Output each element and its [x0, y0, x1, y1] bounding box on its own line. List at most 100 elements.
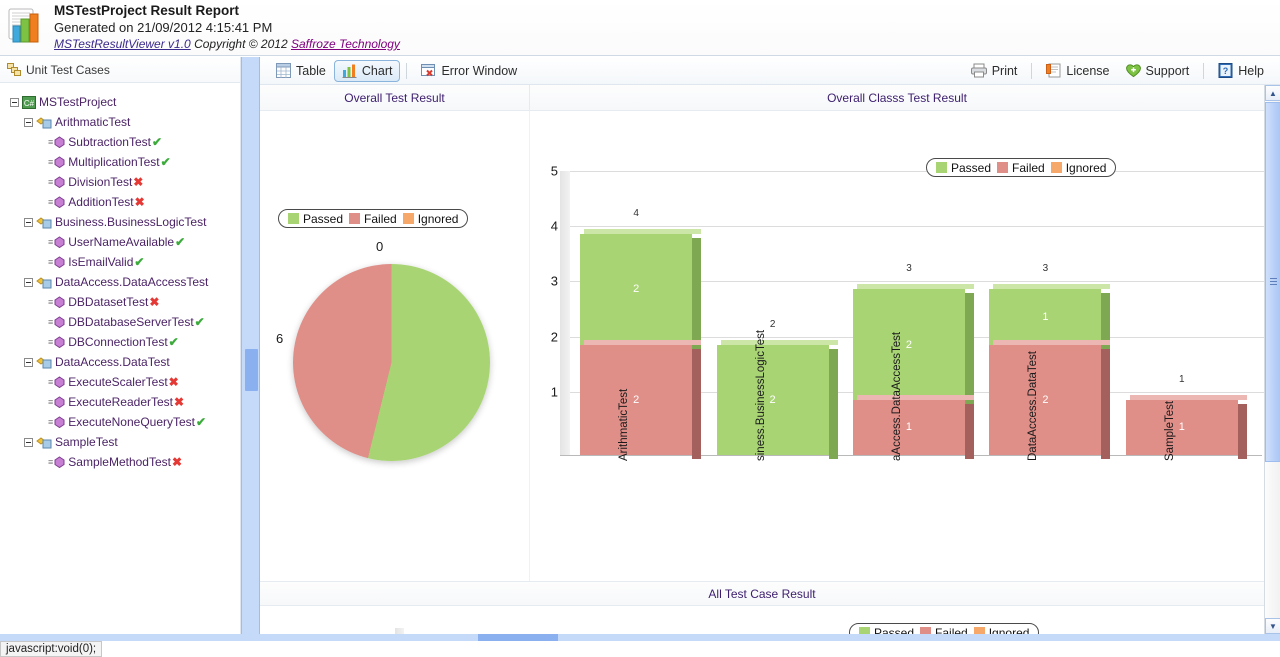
legend-swatch-failed [920, 627, 931, 634]
tree-test-method[interactable]: ≡ExecuteScalerTest✖ [6, 372, 240, 392]
test-failed-icon: ✖ [135, 195, 145, 209]
bar-stack[interactable]: 1 [1126, 400, 1238, 455]
bar-total-label: 3 [853, 263, 965, 274]
tree-node-label: SampleTest [55, 435, 118, 449]
legend-swatch-passed [936, 162, 947, 173]
legend-label-failed: Failed [1012, 161, 1045, 175]
tab-error-window[interactable]: Error Window [413, 60, 525, 82]
tree-test-class[interactable]: ArithmaticTest [6, 112, 240, 132]
test-failed-icon: ✖ [169, 375, 179, 389]
bar-segment-failed[interactable]: 1 [853, 400, 965, 455]
tree-test-method[interactable]: ≡SampleMethodTest✖ [6, 452, 240, 472]
support-button[interactable]: Support [1118, 60, 1198, 82]
tree-test-method[interactable]: ≡DBDatasetTest✖ [6, 292, 240, 312]
tree-collapse-icon[interactable] [24, 218, 33, 227]
test-method-icon [54, 336, 65, 348]
tree-test-method[interactable]: ≡MultiplicationTest✔ [6, 152, 240, 172]
company-link[interactable]: Saffroze Technology [291, 37, 400, 51]
tree-leaf-connector: ≡ [48, 237, 53, 247]
tree-test-class[interactable]: SampleTest [6, 432, 240, 452]
bar-stack[interactable]: 22 [580, 234, 692, 455]
x-axis-label: aAccess.DataAccessTest [891, 332, 903, 461]
y-axis-tick: 1 [542, 384, 558, 399]
tree-test-method[interactable]: ≡SubtractionTest✔ [6, 132, 240, 152]
bar-segment-passed[interactable]: 2 [853, 289, 965, 399]
heart-icon [1126, 63, 1141, 78]
bar-segment-failed[interactable]: 2 [580, 345, 692, 455]
bar-segment-value: 2 [853, 339, 965, 351]
test-failed-icon: ✖ [174, 395, 184, 409]
unit-test-cases-panel: Unit Test Cases C#MSTestProjectArithmati… [0, 57, 241, 634]
bar-stack[interactable]: 2 [717, 345, 829, 455]
tree-test-method[interactable]: ≡ExecuteNoneQueryTest✔ [6, 412, 240, 432]
gridline [570, 171, 1264, 172]
chart-headers-row: Overall Test Result Overall Classs Test … [260, 85, 1264, 111]
print-label: Print [992, 64, 1018, 78]
tab-chart[interactable]: Chart [334, 60, 401, 82]
content-vertical-scrollbar[interactable]: ▲ ▼ [1264, 85, 1280, 634]
legend-label-ignored: Ignored [418, 212, 459, 226]
tree-leaf-connector: ≡ [48, 397, 53, 407]
tree-collapse-icon[interactable] [24, 118, 33, 127]
legend-item-failed: Failed [997, 161, 1045, 175]
table-icon [276, 63, 291, 78]
test-method-icon [54, 396, 65, 408]
tree-test-method[interactable]: ≡ UserNameAvailable✔ [6, 232, 240, 252]
tab-table[interactable]: Table [268, 60, 334, 82]
tree-node-label: ExecuteReaderTest [68, 395, 173, 409]
help-button[interactable]: ? Help [1210, 60, 1272, 82]
splitter-grip[interactable] [245, 349, 258, 391]
scrollbar-thumb[interactable] [1265, 102, 1280, 462]
bar-segment-value: 1 [989, 311, 1101, 323]
tree-collapse-icon[interactable] [24, 278, 33, 287]
tree-test-method[interactable]: ≡ ExecuteReaderTest✖ [6, 392, 240, 412]
tree-node-label: IsEmailValid [68, 255, 133, 269]
panel-splitter[interactable] [241, 57, 260, 634]
y-axis-tick: 4 [542, 219, 558, 234]
tree-project-node[interactable]: C#MSTestProject [6, 92, 240, 112]
legend-label-failed: Failed [935, 626, 968, 635]
tree-node-label: DBConnectionTest [68, 335, 167, 349]
tree-test-method[interactable]: ≡DBConnectionTest✔ [6, 332, 240, 352]
legend-swatch-failed [349, 213, 360, 224]
bar-segment-passed[interactable]: 1 [989, 289, 1101, 344]
svg-text:C#: C# [24, 99, 35, 108]
tree-test-method[interactable]: ≡DBDatabaseServerTest✔ [6, 312, 240, 332]
license-button[interactable]: License [1038, 60, 1117, 82]
horizontal-splitter[interactable] [0, 634, 1280, 641]
bar-stack[interactable]: 21 [853, 289, 965, 455]
bar-segment-passed[interactable]: 2 [717, 345, 829, 455]
tree-collapse-icon[interactable] [24, 358, 33, 367]
tree-test-class[interactable]: DataAccess.DataAccessTest [6, 272, 240, 292]
test-passed-icon: ✔ [196, 415, 206, 429]
tree-test-class[interactable]: Business.BusinessLogicTest [6, 212, 240, 232]
tree-test-class[interactable]: DataAccess.DataTest [6, 352, 240, 372]
scroll-up-icon[interactable]: ▲ [1265, 85, 1280, 101]
report-header: MSTestProject Result Report Generated on… [0, 0, 1280, 56]
tree-node-label: UserNameAvailable [68, 235, 174, 249]
tree-node-label: DataAccess.DataAccessTest [55, 275, 208, 289]
bar-stack[interactable]: 12 [989, 289, 1101, 455]
tree-test-method[interactable]: ≡DivisionTest✖ [6, 172, 240, 192]
print-button[interactable]: Print [963, 60, 1026, 82]
scroll-down-icon[interactable]: ▼ [1265, 618, 1280, 634]
test-tree[interactable]: C#MSTestProjectArithmaticTest≡Subtractio… [0, 83, 240, 633]
horizontal-splitter-grip[interactable] [478, 634, 558, 641]
tree-collapse-icon[interactable] [24, 438, 33, 447]
tree-leaf-connector: ≡ [48, 197, 53, 207]
test-method-icon [54, 456, 65, 468]
bar-segment-failed[interactable]: 2 [989, 345, 1101, 455]
tree-collapse-icon[interactable] [10, 98, 19, 107]
tree-test-method[interactable]: ≡IsEmailValid✔ [6, 252, 240, 272]
tree-test-method[interactable]: ≡AdditionTest✖ [6, 192, 240, 212]
tab-error-window-label: Error Window [441, 64, 517, 78]
test-passed-icon: ✔ [169, 335, 179, 349]
bar-segment-passed[interactable]: 2 [580, 234, 692, 344]
toolbar-divider-1 [406, 63, 407, 79]
bar-segment-failed[interactable]: 1 [1126, 400, 1238, 455]
pie-legend: Passed Failed Ignored [278, 209, 468, 228]
test-passed-icon: ✔ [175, 235, 185, 249]
tree-leaf-connector: ≡ [48, 317, 53, 327]
tree-leaf-connector: ≡ [48, 297, 53, 307]
viewer-version-link[interactable]: MSTestResultViewer v1.0 [54, 37, 191, 51]
